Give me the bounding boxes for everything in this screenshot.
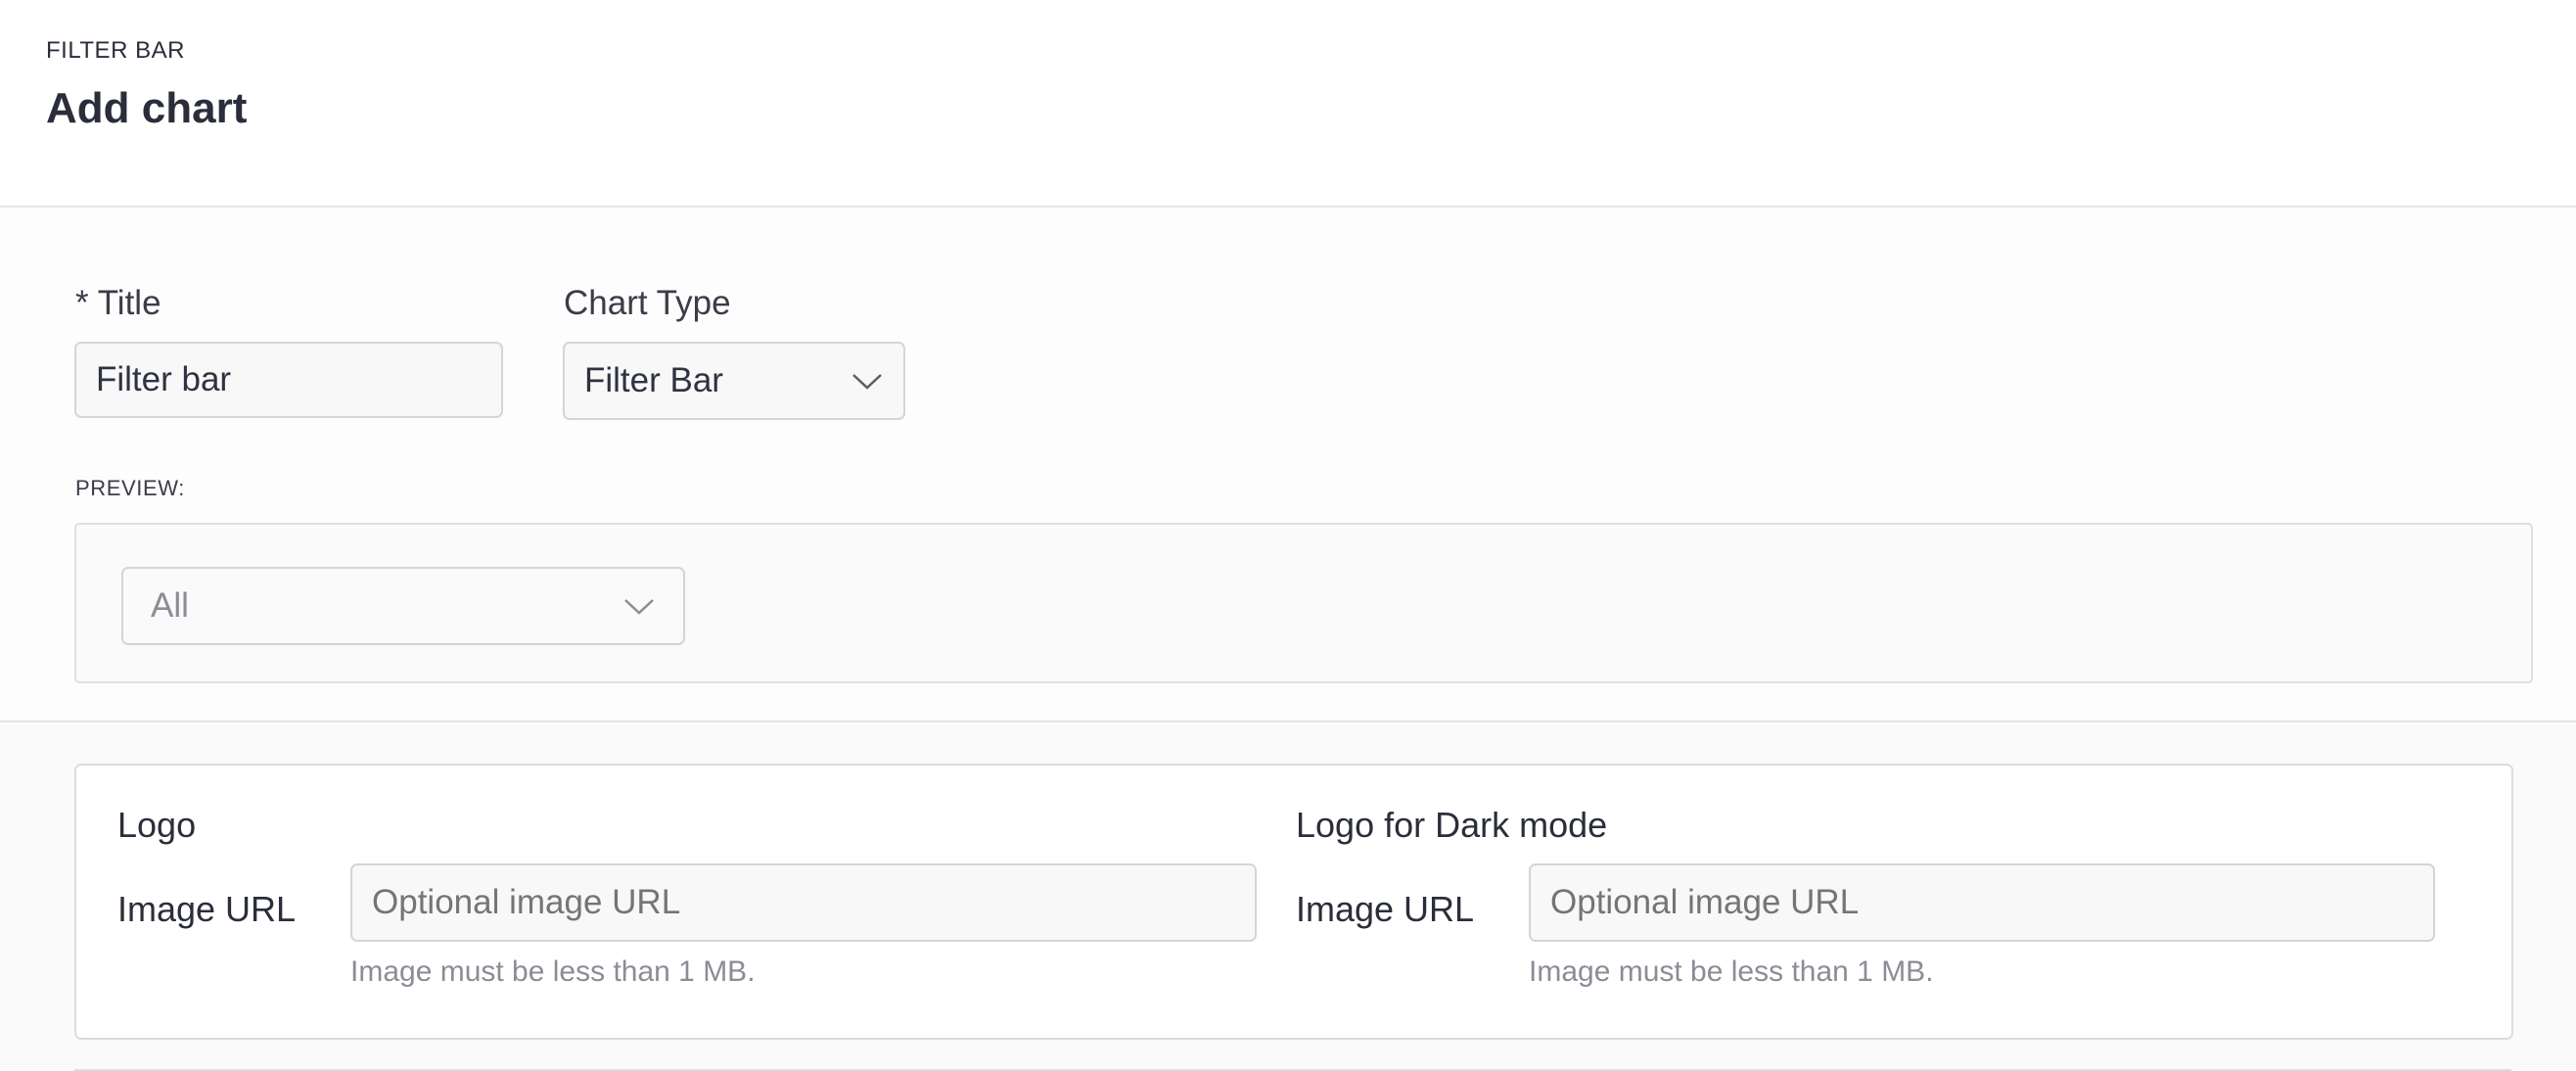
logo-card: Logo Image URL Image must be less than 1… <box>74 764 2513 1040</box>
page-title: Add chart <box>46 84 248 132</box>
chart-type-label: Chart Type <box>564 284 731 322</box>
preview-filter-value: All <box>151 586 189 625</box>
logo-help-text: Image must be less than 1 MB. <box>350 955 756 988</box>
page-eyebrow: FILTER BAR <box>46 37 185 64</box>
preview-panel: All <box>74 523 2533 683</box>
logo-url-input[interactable] <box>350 863 1257 942</box>
logo-heading: Logo <box>117 805 197 845</box>
title-input-value: Filter bar <box>96 360 232 398</box>
chart-type-select[interactable]: Filter Bar <box>563 342 905 420</box>
dark-logo-heading: Logo for Dark mode <box>1296 805 1608 845</box>
preview-filter-select[interactable]: All <box>121 567 685 645</box>
title-input[interactable]: Filter bar <box>74 342 503 418</box>
chart-type-value: Filter Bar <box>584 361 723 399</box>
chevron-down-icon <box>624 599 654 615</box>
dark-logo-url-input[interactable] <box>1529 863 2435 942</box>
chevron-down-icon <box>852 374 882 390</box>
preview-label: PREVIEW: <box>75 476 185 500</box>
dark-logo-url-label: Image URL <box>1296 889 1475 929</box>
chart-config-section: * Title Filter bar Chart Type Filter Bar… <box>0 210 2576 722</box>
page-header: FILTER BAR Add chart <box>0 0 2576 208</box>
logo-settings-section: Logo Image URL Image must be less than 1… <box>0 724 2576 1071</box>
dark-logo-help-text: Image must be less than 1 MB. <box>1529 955 1934 988</box>
title-field-label: * Title <box>75 284 161 322</box>
logo-url-label: Image URL <box>117 889 297 929</box>
